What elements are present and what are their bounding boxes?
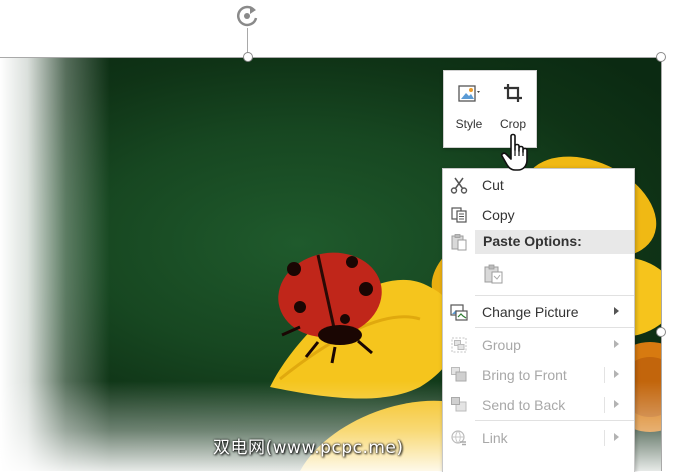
submenu-arrow-icon	[614, 400, 619, 408]
hand-cursor-icon	[501, 133, 528, 171]
style-button[interactable]: Style	[447, 77, 491, 141]
menu-item-change-picture[interactable]: Change Picture	[443, 297, 634, 327]
clipboard-icon	[451, 234, 467, 251]
link-icon	[451, 430, 466, 446]
submenu-arrow-icon	[614, 370, 619, 378]
menu-item-link[interactable]: Link	[443, 423, 634, 453]
picture-style-icon	[458, 85, 480, 102]
menu-item-group[interactable]: Group	[443, 330, 634, 360]
menu-item-copy[interactable]: Copy	[443, 200, 634, 230]
menu-label-group: Group	[482, 337, 521, 353]
submenu-arrow-icon	[614, 433, 619, 441]
watermark-text: 双电网(www.pcpc.me)	[213, 438, 404, 458]
paste-options-label: Paste Options:	[483, 233, 582, 249]
resize-handle-top[interactable]	[243, 52, 253, 62]
menu-item-bring-to-front[interactable]: Bring to Front	[443, 360, 634, 390]
paste-options-header: Paste Options:	[475, 230, 634, 254]
send-to-back-icon	[451, 397, 467, 412]
menu-label-bring-to-front: Bring to Front	[482, 367, 567, 383]
selection-border-right	[661, 57, 662, 471]
menu-separator	[475, 295, 634, 296]
menu-label-copy: Copy	[482, 207, 515, 223]
submenu-arrow-icon	[614, 307, 619, 315]
change-picture-icon	[450, 304, 468, 321]
menu-label-cut: Cut	[482, 177, 504, 193]
rotate-handle-icon[interactable]	[234, 2, 262, 30]
split-divider	[604, 430, 605, 446]
menu-label-send-to-back: Send to Back	[482, 397, 566, 413]
menu-separator	[475, 327, 634, 328]
submenu-arrow-icon	[614, 340, 619, 348]
crop-button[interactable]: Crop	[491, 77, 535, 141]
menu-item-send-to-back[interactable]: Send to Back	[443, 390, 634, 420]
menu-label-change-picture: Change Picture	[482, 304, 579, 320]
paste-keep-formatting-icon[interactable]	[483, 263, 505, 285]
menu-item-cut[interactable]: Cut	[443, 170, 634, 200]
bring-to-front-icon	[451, 367, 467, 382]
resize-handle-right[interactable]	[656, 327, 666, 337]
crop-icon	[504, 84, 522, 102]
scissors-icon	[450, 177, 468, 194]
crop-label: Crop	[499, 117, 526, 131]
menu-label-link: Link	[482, 430, 508, 446]
split-divider	[604, 367, 605, 383]
split-divider	[604, 397, 605, 413]
selection-border-top	[0, 57, 662, 58]
resize-handle-top-right[interactable]	[656, 52, 666, 62]
copy-icon	[451, 207, 467, 223]
group-icon	[451, 337, 467, 353]
menu-separator	[475, 420, 634, 421]
context-menu: Cut Copy Paste Options: Change Picture G…	[442, 168, 635, 472]
style-label: Style	[455, 117, 483, 131]
